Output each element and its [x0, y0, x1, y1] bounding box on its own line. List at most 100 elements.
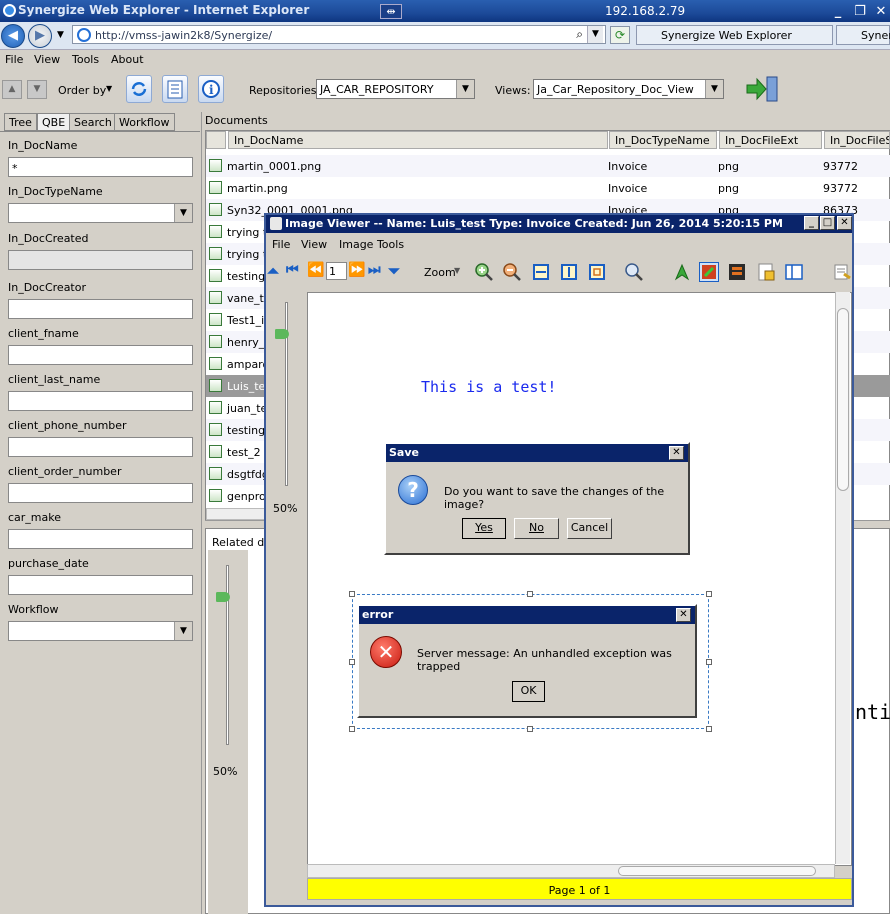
tab-qbe[interactable]: QBE — [37, 113, 71, 131]
browser-tab-active[interactable]: Synergize Web Explorer — [636, 25, 833, 45]
qbe-input-car-make[interactable] — [8, 529, 193, 549]
redact-icon[interactable] — [756, 262, 776, 282]
canvas-horizontal-scrollbar[interactable] — [307, 864, 835, 878]
qbe-label-client-fname: client_fname — [8, 327, 79, 340]
fit-height-icon[interactable] — [559, 262, 579, 282]
partial-text: ntit — [855, 700, 890, 724]
slider-thumb-icon — [275, 329, 289, 339]
zoom-label[interactable]: Zoom — [424, 266, 456, 279]
related-zoom-slider[interactable] — [208, 550, 248, 914]
document-icon — [209, 335, 222, 348]
restore-button[interactable]: ❐ — [852, 4, 868, 19]
fit-width-icon[interactable] — [531, 262, 551, 282]
iv-menu-file[interactable]: File — [272, 238, 290, 251]
pin-icon[interactable]: ⇹ — [380, 4, 402, 19]
pan-icon[interactable] — [672, 262, 692, 282]
back-button[interactable]: ◀ — [1, 24, 25, 48]
qbe-input-client-phone[interactable] — [8, 437, 193, 457]
iv-maximize-button[interactable]: □ — [820, 216, 835, 230]
zoom-out-icon[interactable] — [502, 262, 522, 282]
exit-icon[interactable] — [745, 75, 779, 103]
list-view-icon[interactable] — [162, 75, 188, 103]
annotate-icon[interactable] — [699, 262, 719, 282]
zoom-dropdown-icon[interactable]: ▼ — [454, 266, 460, 275]
column-header-docfilesize[interactable]: In_DocFileSiz — [824, 131, 890, 149]
page-number-input[interactable]: 1 — [326, 262, 347, 280]
table-row[interactable]: martin_0001.png Invoice png 93772 — [206, 155, 890, 177]
url-input[interactable]: http://vmss-jawin2k8/Synergize/ ⌕ ▼ — [72, 25, 606, 44]
fast-forward-icon[interactable]: ⏩ — [348, 262, 368, 282]
thumbnails-icon[interactable] — [784, 262, 804, 282]
qbe-label-doccreator: In_DocCreator — [8, 281, 86, 294]
table-row[interactable]: martin.png Invoice png 93772 — [206, 177, 890, 199]
canvas-vertical-scrollbar[interactable] — [835, 292, 850, 864]
browser-tab[interactable]: Syner — [836, 25, 890, 45]
iv-menu-view[interactable]: View — [301, 238, 327, 251]
menu-view[interactable]: View — [34, 53, 60, 66]
menu-file[interactable]: File — [5, 53, 23, 66]
qbe-select-doctypename[interactable]: ▼ — [8, 203, 193, 223]
history-dropdown-icon[interactable]: ▼ — [57, 30, 64, 40]
iv-close-button[interactable]: ✕ — [837, 216, 852, 230]
column-header-docfileext[interactable]: In_DocFileExt — [719, 131, 822, 149]
qbe-input-client-order[interactable] — [8, 483, 193, 503]
refresh-icon[interactable]: ⟳ — [610, 26, 630, 44]
iv-zoom-slider[interactable] — [268, 290, 304, 902]
document-icon — [209, 445, 222, 458]
qbe-input-purchase-date[interactable] — [8, 575, 193, 595]
save-dialog-close-button[interactable]: ✕ — [669, 446, 684, 460]
forward-button[interactable]: ▶ — [28, 24, 52, 48]
menu-about[interactable]: About — [111, 53, 144, 66]
tab-search[interactable]: Search — [69, 113, 117, 131]
error-dialog: error ✕ ✕ Server message: An unhandled e… — [357, 604, 697, 718]
order-by-dropdown-icon[interactable]: ▼ — [106, 84, 112, 93]
refresh-docs-icon[interactable] — [126, 75, 152, 103]
qbe-select-workflow[interactable]: ▼ — [8, 621, 193, 641]
url-dropdown-icon[interactable]: ▼ — [587, 26, 603, 43]
stamp-icon[interactable] — [727, 262, 747, 282]
repositories-label: Repositories: — [249, 84, 321, 97]
cancel-button[interactable]: Cancel — [567, 518, 612, 539]
prev-page-icon[interactable]: ⏮ — [286, 262, 306, 282]
iv-menu-image-tools[interactable]: Image Tools — [339, 238, 404, 251]
column-header-doctypename[interactable]: In_DocTypeName — [609, 131, 717, 149]
info-icon[interactable]: i — [198, 75, 224, 103]
qbe-input-doccreated[interactable] — [8, 250, 193, 270]
qbe-input-client-fname[interactable] — [8, 345, 193, 365]
close-button[interactable]: ✕ — [873, 4, 889, 19]
views-select[interactable]: Ja_Car_Repository_Doc_View ▼ — [533, 79, 724, 99]
search-icon[interactable]: ⌕ — [576, 27, 583, 42]
tab-workflow[interactable]: Workflow — [114, 113, 175, 131]
iv-minimize-button[interactable]: _ — [804, 216, 819, 230]
tab-tree[interactable]: Tree — [4, 113, 37, 131]
menu-tools[interactable]: Tools — [72, 53, 99, 66]
chevron-down-icon: ▼ — [705, 80, 723, 98]
qbe-input-docname[interactable]: * — [8, 157, 193, 177]
save-dialog: Save ✕ ? Do you want to save the changes… — [384, 442, 690, 555]
first-page-icon[interactable]: ⏶ — [267, 262, 287, 282]
qbe-input-doccreator[interactable] — [8, 299, 193, 319]
browser-title-bar: Synergize Web Explorer - Internet Explor… — [0, 0, 890, 22]
ok-button[interactable]: OK — [512, 681, 545, 702]
svg-text:i: i — [209, 83, 214, 97]
grid-horizontal-scrollbar[interactable] — [206, 508, 266, 520]
print-icon[interactable] — [832, 262, 852, 282]
fit-page-icon[interactable] — [587, 262, 607, 282]
repositories-select[interactable]: JA_CAR_REPOSITORY ▼ — [316, 79, 475, 99]
minimize-button[interactable]: _ — [830, 4, 846, 19]
image-canvas[interactable] — [307, 292, 852, 866]
sort-asc-icon[interactable]: ▲ — [2, 80, 22, 99]
column-header-docname[interactable]: In_DocName — [228, 131, 608, 149]
no-button[interactable]: No — [514, 518, 559, 539]
yes-button[interactable]: Yes — [462, 518, 506, 539]
magnifier-icon[interactable] — [624, 262, 644, 282]
cell-name: martin_0001.png — [227, 160, 322, 173]
error-dialog-close-button[interactable]: ✕ — [676, 608, 691, 622]
next-page-icon[interactable]: ⏭ — [368, 262, 388, 282]
order-by-label[interactable]: Order by — [58, 84, 106, 97]
last-page-icon[interactable]: ⏷ — [388, 262, 408, 282]
sort-desc-icon[interactable]: ▼ — [27, 80, 47, 99]
rewind-icon[interactable]: ⏪ — [307, 262, 327, 282]
qbe-input-client-last-name[interactable] — [8, 391, 193, 411]
zoom-in-icon[interactable] — [474, 262, 494, 282]
